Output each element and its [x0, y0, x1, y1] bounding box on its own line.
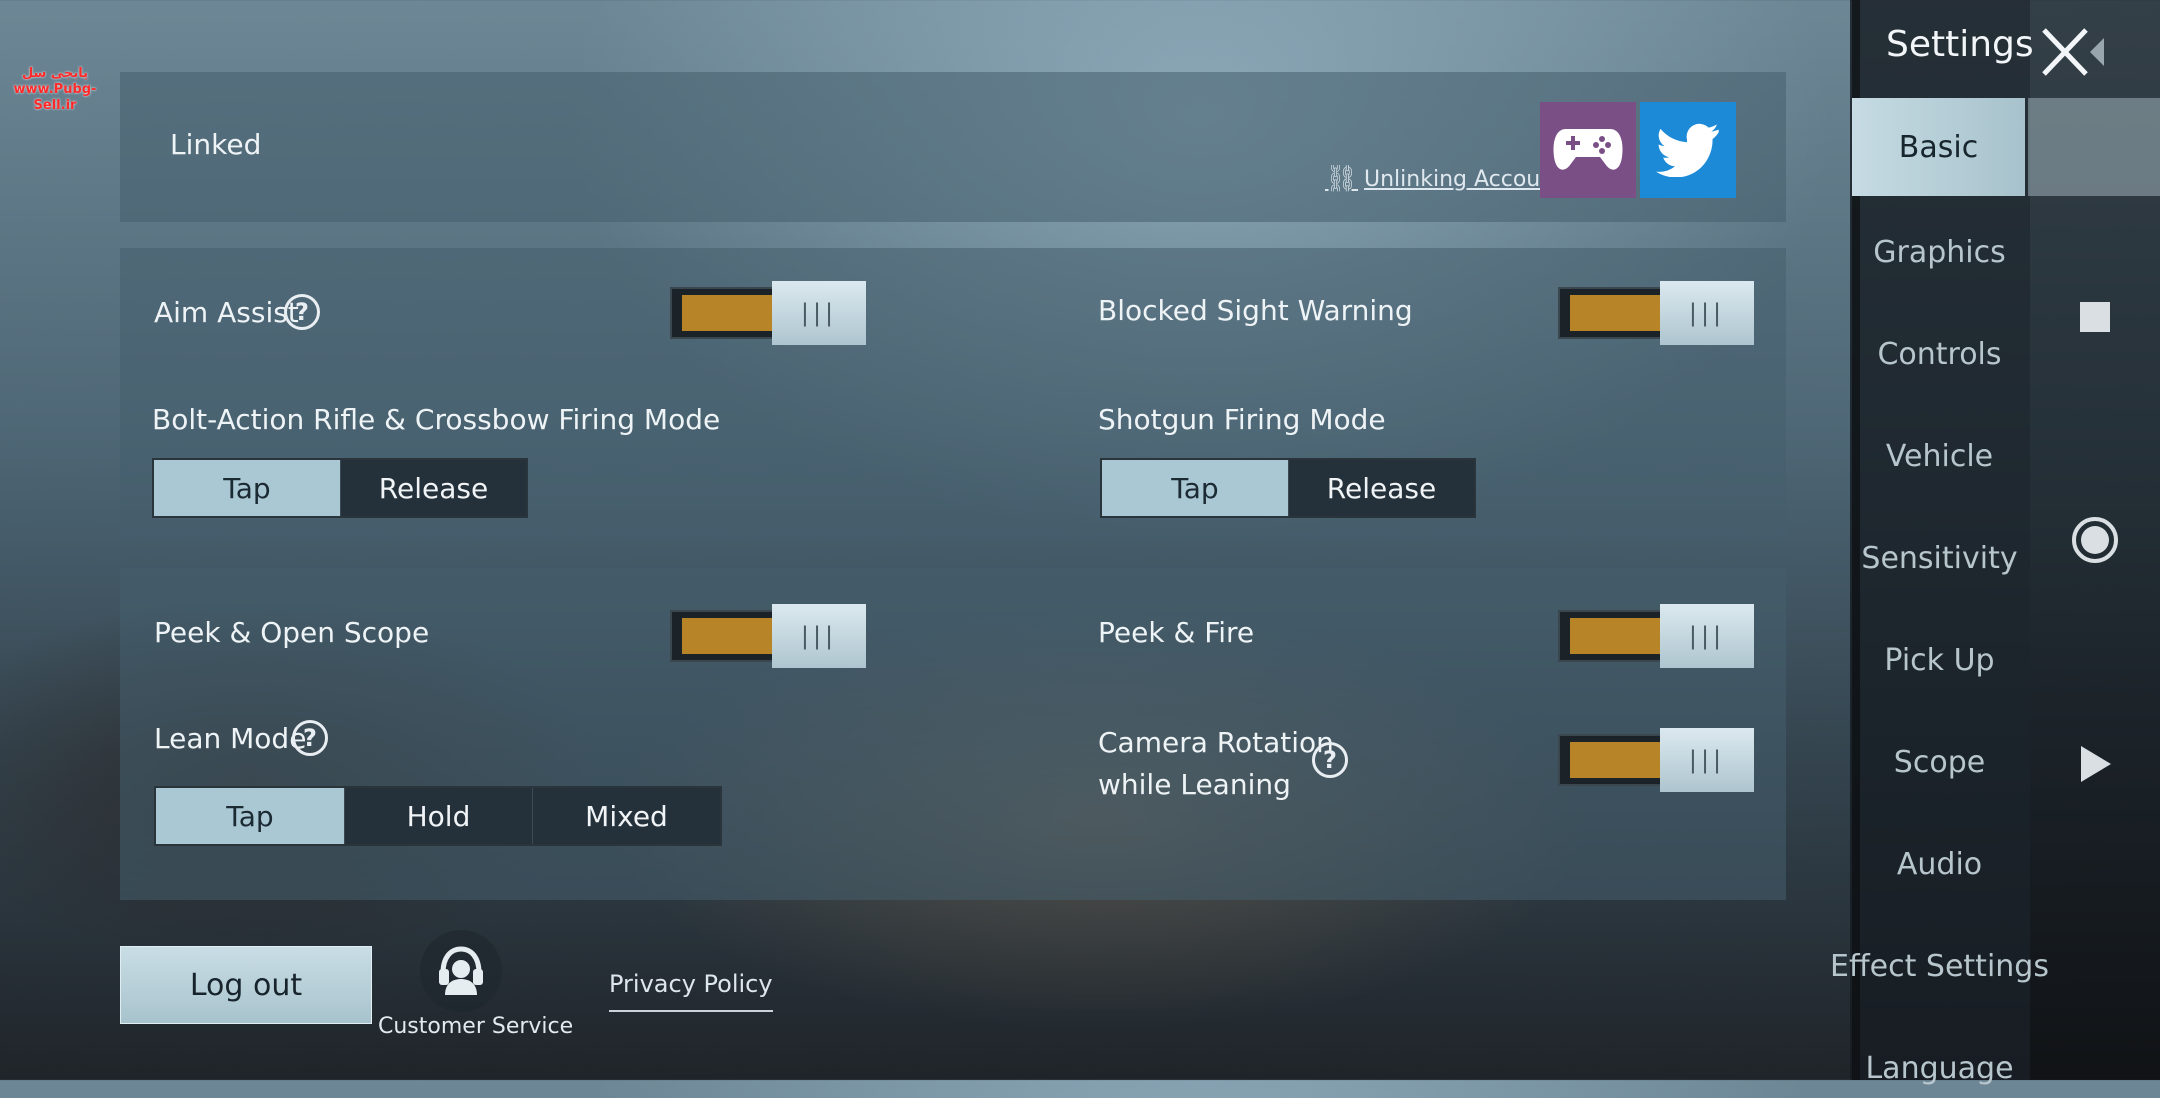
- tab-audio[interactable]: Audio: [1852, 834, 2027, 894]
- tab-effect-settings[interactable]: Effect Settings: [1830, 936, 2049, 996]
- peek-fire-toggle[interactable]: |||: [1558, 604, 1754, 668]
- aim-assist-label: Aim Assist: [154, 296, 299, 329]
- tab-pick-up[interactable]: Pick Up: [1852, 630, 2027, 690]
- circle-icon: [2072, 517, 2118, 563]
- lean-tap-option[interactable]: Tap: [156, 788, 344, 844]
- toggle-fill: [1570, 742, 1662, 778]
- linked-panel: Linked ⛓ Unlinking Accounts: [120, 72, 1786, 222]
- toggle-fill: [1570, 618, 1662, 654]
- peek-open-scope-label: Peek & Open Scope: [154, 616, 430, 649]
- camera-rotation-help-icon[interactable]: ?: [1312, 742, 1348, 778]
- toggle-knob[interactable]: |||: [772, 281, 866, 345]
- stop-square-button[interactable]: [2070, 292, 2120, 342]
- watermark-line1: پابجی سل: [21, 66, 89, 81]
- play-button[interactable]: [2070, 739, 2120, 789]
- unlinking-accounts-link[interactable]: ⛓ Unlinking Accounts: [1325, 164, 1574, 194]
- logout-button[interactable]: Log out: [120, 946, 372, 1024]
- shotgun-firing-mode-label: Shotgun Firing Mode: [1098, 403, 1386, 436]
- shotgun-firing-mode-selector: Tap Release: [1100, 458, 1476, 518]
- firing-settings-panel: Aim Assist ? ||| Blocked Sight Warning |…: [120, 248, 1786, 542]
- tab-language[interactable]: Language: [1852, 1038, 2027, 1098]
- tab-controls[interactable]: Controls: [1852, 324, 2027, 384]
- toggle-fill: [1570, 295, 1662, 331]
- camera-rotation-toggle[interactable]: |||: [1558, 728, 1754, 792]
- aim-assist-toggle[interactable]: |||: [670, 281, 866, 345]
- shotgun-tap-option[interactable]: Tap: [1102, 460, 1288, 516]
- lean-mode-label: Lean Mode: [154, 722, 307, 755]
- peek-fire-label: Peek & Fire: [1098, 616, 1255, 649]
- toggle-knob[interactable]: |||: [1660, 604, 1754, 668]
- bolt-action-firing-mode-label: Bolt-Action Rifle & Crossbow Firing Mode: [152, 403, 721, 436]
- tab-graphics[interactable]: Graphics: [1852, 222, 2027, 282]
- lean-mixed-option[interactable]: Mixed: [532, 788, 720, 844]
- bolt-action-firing-mode-selector: Tap Release: [152, 458, 528, 518]
- toggle-knob[interactable]: |||: [772, 604, 866, 668]
- camera-rotation-label-line2: while Leaning: [1098, 768, 1291, 801]
- play-icon: [2081, 746, 2111, 782]
- shotgun-release-option[interactable]: Release: [1288, 460, 1474, 516]
- peek-settings-panel: Peek & Open Scope ||| Peek & Fire ||| Le…: [120, 568, 1786, 900]
- peek-open-scope-toggle[interactable]: |||: [670, 604, 866, 668]
- square-icon: [2080, 302, 2110, 332]
- customer-service-label[interactable]: Customer Service: [378, 1014, 573, 1039]
- settings-title: Settings: [1886, 24, 2034, 65]
- lean-hold-option[interactable]: Hold: [344, 788, 532, 844]
- toggle-knob[interactable]: |||: [1660, 728, 1754, 792]
- aim-assist-help-icon[interactable]: ?: [284, 294, 320, 330]
- blocked-sight-warning-label: Blocked Sight Warning: [1098, 294, 1413, 327]
- tab-sensitivity[interactable]: Sensitivity: [1852, 528, 2027, 588]
- toggle-fill: [682, 295, 774, 331]
- bolt-action-tap-option[interactable]: Tap: [154, 460, 340, 516]
- active-tab-extension: [2028, 98, 2160, 196]
- toggle-knob[interactable]: |||: [1660, 281, 1754, 345]
- privacy-policy-link[interactable]: Privacy Policy: [609, 970, 773, 1012]
- twitter-icon: [1656, 123, 1719, 177]
- tab-scope[interactable]: Scope: [1852, 732, 2027, 792]
- lean-mode-selector: Tap Hold Mixed: [154, 786, 722, 846]
- camera-rotation-label: Camera Rotation while Leaning: [1098, 722, 1334, 806]
- gamepad-account-button[interactable]: [1540, 102, 1636, 198]
- link-icon: ⛓: [1325, 164, 1359, 194]
- record-button[interactable]: [2070, 515, 2120, 565]
- twitter-account-button[interactable]: [1640, 102, 1736, 198]
- watermark-line2: www.Pubg-Sell.ir: [13, 82, 97, 113]
- tab-vehicle[interactable]: Vehicle: [1852, 426, 2027, 486]
- blocked-sight-warning-toggle[interactable]: |||: [1558, 281, 1754, 345]
- close-icon: [2042, 28, 2104, 76]
- close-button[interactable]: [2040, 24, 2110, 82]
- camera-rotation-label-line1: Camera Rotation: [1098, 726, 1334, 759]
- customer-service-button[interactable]: [420, 930, 502, 1012]
- gamepad-icon: [1553, 129, 1623, 170]
- lean-mode-help-icon[interactable]: ?: [292, 720, 328, 756]
- watermark: پابجی سل www.Pubg-Sell.ir: [0, 66, 110, 114]
- linked-title: Linked: [170, 128, 262, 161]
- bolt-action-release-option[interactable]: Release: [340, 460, 526, 516]
- toggle-fill: [682, 618, 774, 654]
- tab-basic[interactable]: Basic: [1852, 98, 2025, 196]
- headset-icon: [439, 946, 483, 995]
